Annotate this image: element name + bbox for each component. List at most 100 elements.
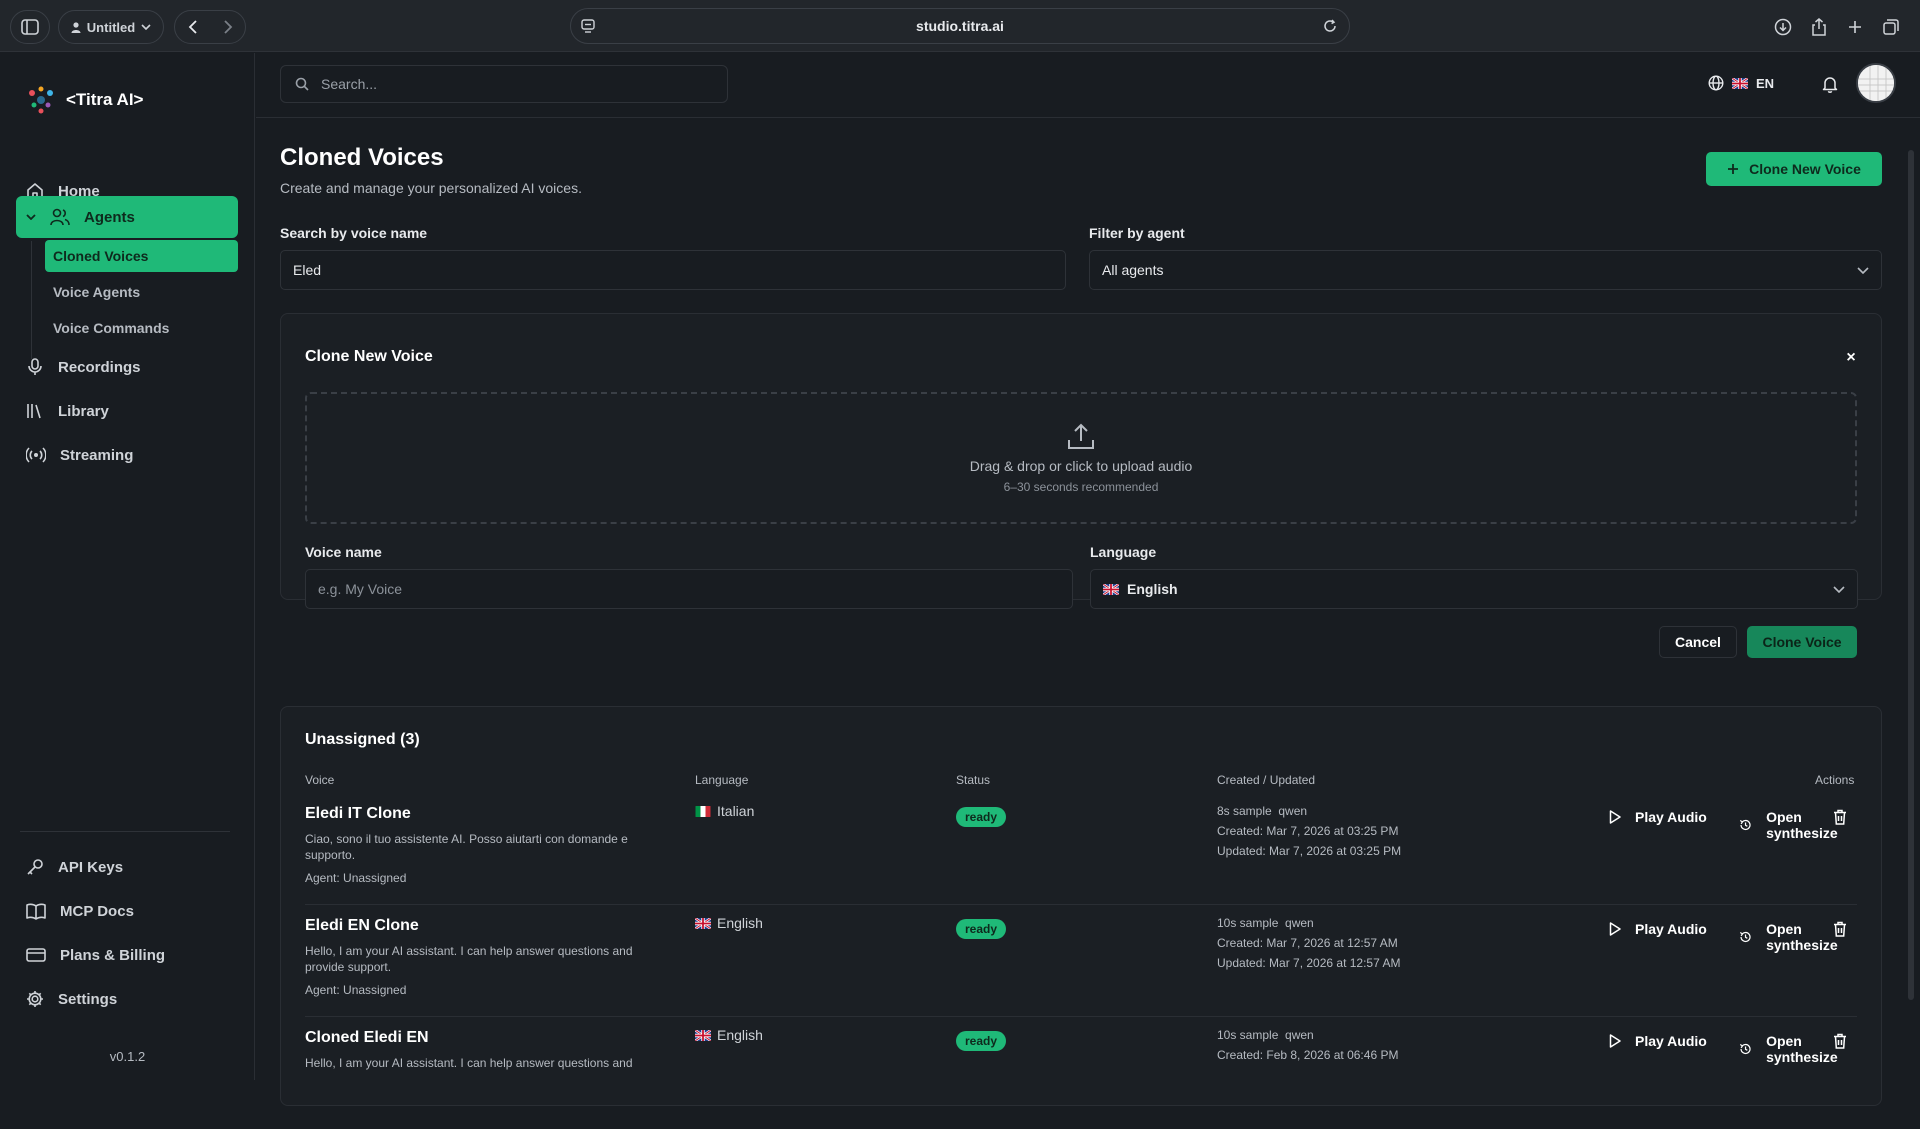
voice-agent: Agent: Unassigned — [305, 983, 407, 997]
avatar-image — [1858, 65, 1894, 101]
upload-icon — [1068, 423, 1094, 449]
sidebar-item-api-keys[interactable]: API Keys — [16, 847, 238, 887]
submit-label: Clone Voice — [1762, 634, 1842, 650]
model-name: qwen — [1278, 804, 1308, 818]
column-header-created: Created / Updated — [1217, 773, 1316, 787]
play-audio-button[interactable]: Play Audio — [1609, 809, 1707, 825]
chevron-down-icon — [141, 24, 151, 30]
uk-flag-icon — [1732, 77, 1748, 89]
sidebar-item-agents[interactable]: Agents — [16, 196, 238, 238]
key-icon — [27, 859, 43, 875]
sample-info: 10s sample qwen — [1217, 913, 1400, 933]
share-button[interactable] — [1806, 10, 1832, 44]
created-date: Created: Mar 7, 2026 at 03:25 PM — [1217, 824, 1399, 838]
global-search-input[interactable]: Search... — [280, 65, 728, 103]
search-icon — [295, 77, 309, 91]
sidebar-item-mcp-docs[interactable]: MCP Docs — [16, 891, 238, 931]
unassigned-voices-card: Unassigned (3) Voice Language Status Cre… — [280, 706, 1882, 1106]
new-tab-button[interactable] — [1842, 10, 1868, 44]
forward-arrow-icon[interactable] — [223, 20, 233, 34]
cancel-button[interactable]: Cancel — [1659, 626, 1737, 658]
share-icon — [1812, 18, 1826, 36]
credit-card-icon — [26, 948, 46, 962]
voice-name-label: Voice name — [305, 544, 382, 560]
sidebar-subitem-voice-commands[interactable]: Voice Commands — [45, 312, 238, 344]
page-title: Cloned Voices — [280, 144, 444, 171]
language-select[interactable]: English — [1090, 569, 1858, 609]
sidebar-toggle-icon — [21, 19, 39, 35]
voice-name-input[interactable]: e.g. My Voice — [305, 569, 1073, 609]
agent-filter-value: All agents — [1102, 262, 1164, 278]
sidebar-item-library[interactable]: Library — [16, 391, 238, 431]
sidebar-toggle-button[interactable] — [10, 10, 50, 44]
sidebar-item-plans-billing[interactable]: Plans & Billing — [16, 935, 238, 975]
language-selector[interactable]: EN — [1708, 75, 1774, 91]
sidebar-item-streaming[interactable]: Streaming — [16, 435, 238, 475]
plus-icon — [1728, 164, 1739, 174]
user-avatar[interactable] — [1856, 63, 1896, 103]
sidebar-item-recordings[interactable]: Recordings — [16, 347, 238, 387]
delete-voice-button[interactable] — [1833, 1033, 1847, 1049]
model-name: qwen — [1285, 916, 1314, 930]
voice-description: Ciao, sono il tuo assistente AI. Posso a… — [305, 832, 628, 862]
chevron-down-icon — [1857, 266, 1869, 274]
back-arrow-icon[interactable] — [188, 20, 198, 34]
page-scrollbar[interactable] — [1908, 150, 1914, 1000]
sidebar-item-label: API Keys — [58, 858, 124, 876]
filter-agent-label: Filter by agent — [1089, 225, 1185, 241]
sidebar-item-label: Recordings — [58, 358, 141, 376]
app-logo[interactable]: <Titra AI> — [26, 85, 143, 115]
history-icon — [1739, 819, 1751, 831]
close-form-button[interactable]: × — [1841, 348, 1861, 368]
language-code: EN — [1756, 75, 1775, 91]
sidebar-subitem-voice-agents[interactable]: Voice Agents — [45, 276, 238, 308]
sidebar-subitem-cloned-voices[interactable]: Cloned Voices — [45, 240, 238, 272]
bell-icon — [1822, 77, 1838, 93]
language-select-value: English — [1103, 581, 1178, 597]
clone-voice-submit-button[interactable]: Clone Voice — [1747, 626, 1857, 658]
download-button[interactable] — [1770, 10, 1796, 44]
history-icon — [1739, 1043, 1751, 1055]
reload-icon[interactable] — [1323, 19, 1337, 33]
voice-name: Eledi IT Clone — [305, 805, 411, 822]
browser-toolbar: Untitled studio.titra.ai — [0, 0, 1920, 52]
uk-flag-icon — [1103, 583, 1119, 595]
voice-language: Italian — [695, 803, 754, 819]
status-badge: ready — [956, 807, 1007, 827]
agent-filter-select[interactable]: All agents — [1089, 250, 1882, 290]
book-icon — [26, 903, 46, 920]
gear-icon — [27, 991, 43, 1007]
created-date: Created: Mar 7, 2026 at 12:57 AM — [1217, 936, 1398, 950]
play-audio-button[interactable]: Play Audio — [1609, 921, 1707, 937]
person-icon — [71, 21, 81, 33]
table-row: Eledi EN Clone Hello, I am your AI assis… — [305, 905, 1857, 1017]
delete-voice-button[interactable] — [1833, 921, 1847, 937]
notifications-button[interactable] — [1822, 75, 1838, 93]
table-row: Eledi IT Clone Ciao, sono il tuo assiste… — [305, 793, 1857, 905]
voice-name-search-input[interactable]: Eled — [280, 250, 1066, 290]
play-audio-button[interactable]: Play Audio — [1609, 1033, 1707, 1049]
app-version: v0.1.2 — [109, 1049, 146, 1064]
form-title: Clone New Voice — [305, 348, 433, 365]
profile-dropdown[interactable]: Untitled — [58, 10, 164, 44]
tabs-icon — [1883, 19, 1899, 35]
tabs-overview-button[interactable] — [1878, 10, 1904, 44]
trash-icon — [1834, 1033, 1846, 1049]
delete-voice-button[interactable] — [1833, 809, 1847, 825]
history-icon — [1739, 931, 1751, 943]
address-bar[interactable]: studio.titra.ai — [570, 8, 1350, 44]
voice-name-placeholder: e.g. My Voice — [318, 581, 403, 597]
trash-icon — [1834, 809, 1846, 825]
sidebar-item-settings[interactable]: Settings — [16, 979, 238, 1019]
voice-description: Hello, I am your AI assistant. I can hel… — [305, 1056, 633, 1070]
play-icon — [1609, 922, 1621, 936]
site-settings-icon[interactable] — [581, 19, 595, 33]
close-icon: × — [1846, 349, 1856, 366]
status-badge: ready — [956, 1031, 1007, 1051]
audio-upload-dropzone[interactable]: Drag & drop or click to upload audio 6–3… — [305, 392, 1857, 524]
clone-new-voice-button[interactable]: Clone New Voice — [1706, 152, 1882, 186]
upload-instructions: Drag & drop or click to upload audio — [969, 458, 1193, 474]
url-text: studio.titra.ai — [916, 18, 1004, 34]
globe-icon — [1708, 75, 1724, 91]
voice-meta: 10s sample qwen Created: Feb 8, 2026 at … — [1217, 1025, 1398, 1065]
